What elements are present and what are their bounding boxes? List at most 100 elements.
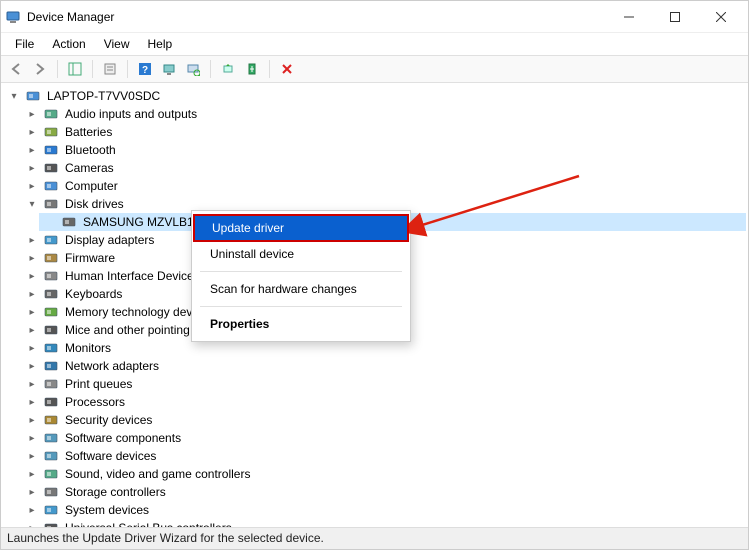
tree-node-label: System devices	[63, 503, 151, 517]
uninstall-button[interactable]	[276, 58, 298, 80]
expander-icon[interactable]: ▸	[25, 467, 39, 481]
tree-node-label: Storage controllers	[63, 485, 168, 499]
tree-node[interactable]: ▸ Audio inputs and outputs	[21, 105, 746, 123]
tree-node-label: Firmware	[63, 251, 117, 265]
expander-icon[interactable]: ▾	[7, 89, 21, 103]
tree-node[interactable]: ▸ Software devices	[21, 447, 746, 465]
toolbar: ?	[1, 55, 748, 83]
tree-node[interactable]: ▸ System devices	[21, 501, 746, 519]
context-item[interactable]: Scan for hardware changes	[192, 276, 410, 302]
expander-icon[interactable]: ▸	[25, 305, 39, 319]
monitor-icon	[43, 340, 59, 356]
tree-node[interactable]: ▸ Processors	[21, 393, 746, 411]
app-icon	[5, 9, 21, 25]
refresh-button[interactable]	[158, 58, 180, 80]
tree-node-label: Batteries	[63, 125, 114, 139]
tree-node-label: Sound, video and game controllers	[63, 467, 252, 481]
printer-icon	[43, 376, 59, 392]
tree-root-label: LAPTOP-T7VV0SDC	[45, 89, 162, 103]
context-item[interactable]: Update driver	[194, 215, 408, 241]
tree-node[interactable]: ▸ Bluetooth	[21, 141, 746, 159]
expander-icon[interactable]: ▸	[25, 269, 39, 283]
minimize-icon	[624, 12, 634, 22]
context-separator	[200, 271, 402, 272]
tree-node-label: Disk drives	[63, 197, 126, 211]
maximize-button[interactable]	[652, 2, 698, 32]
expander-icon[interactable]: ▸	[25, 323, 39, 337]
tree-node-label: Monitors	[63, 341, 113, 355]
back-button[interactable]	[5, 58, 27, 80]
expander-icon[interactable]: ▸	[25, 161, 39, 175]
status-text: Launches the Update Driver Wizard for th…	[7, 531, 324, 545]
separator	[57, 60, 58, 78]
minimize-button[interactable]	[606, 2, 652, 32]
expander-icon[interactable]: ▸	[25, 287, 39, 301]
menu-file[interactable]: File	[7, 35, 42, 53]
tree-node[interactable]: ▸ Print queues	[21, 375, 746, 393]
expander-icon[interactable]: ▸	[25, 107, 39, 121]
display-adapter-icon	[43, 232, 59, 248]
tree-node-label: Software devices	[63, 449, 158, 463]
software-component-icon	[43, 430, 59, 446]
update-driver-icon	[221, 62, 235, 76]
firmware-icon	[43, 250, 59, 266]
help-icon: ?	[138, 62, 152, 76]
computer-icon	[25, 88, 41, 104]
expander-icon[interactable]: ▸	[25, 359, 39, 373]
tree-node[interactable]: ▸ Batteries	[21, 123, 746, 141]
expander-icon[interactable]: ▸	[25, 341, 39, 355]
arrow-right-icon	[33, 62, 47, 76]
tree-node[interactable]: ▸ Network adapters	[21, 357, 746, 375]
expander-icon[interactable]: ▸	[25, 449, 39, 463]
separator	[127, 60, 128, 78]
show-hide-tree-button[interactable]	[64, 58, 86, 80]
add-driver-button[interactable]	[241, 58, 263, 80]
expander-icon[interactable]: ▸	[25, 251, 39, 265]
disk-drive-icon	[43, 196, 59, 212]
properties-button[interactable]	[99, 58, 121, 80]
update-driver-button[interactable]	[217, 58, 239, 80]
tree-node-label: Audio inputs and outputs	[63, 107, 199, 121]
separator	[210, 60, 211, 78]
separator	[269, 60, 270, 78]
tree-node-label: Keyboards	[63, 287, 124, 301]
expander-icon[interactable]: ▸	[25, 413, 39, 427]
arrow-left-icon	[9, 62, 23, 76]
tree-node[interactable]: ▸ Cameras	[21, 159, 746, 177]
expander-icon[interactable]: ▸	[25, 377, 39, 391]
tree-node[interactable]: ▸ Software components	[21, 429, 746, 447]
processor-icon	[43, 394, 59, 410]
tree-node-label: Network adapters	[63, 359, 161, 373]
tree-root[interactable]: ▾ LAPTOP-T7VV0SDC	[3, 87, 746, 105]
tree-node[interactable]: ▸ Security devices	[21, 411, 746, 429]
context-separator	[200, 306, 402, 307]
context-item[interactable]: Uninstall device	[192, 241, 410, 267]
expander-icon[interactable]: ▸	[25, 431, 39, 445]
expander-icon[interactable]: ▸	[25, 233, 39, 247]
expander-icon[interactable]: ▸	[25, 503, 39, 517]
context-item[interactable]: Properties	[192, 311, 410, 337]
tree-node[interactable]: ▸ Universal Serial Bus controllers	[21, 519, 746, 527]
tree-node[interactable]: ▸ Sound, video and game controllers	[21, 465, 746, 483]
expander-icon[interactable]: ▸	[25, 179, 39, 193]
menu-view[interactable]: View	[96, 35, 138, 53]
menu-help[interactable]: Help	[140, 35, 181, 53]
close-button[interactable]	[698, 2, 744, 32]
forward-button[interactable]	[29, 58, 51, 80]
expander-icon[interactable]: ▸	[25, 143, 39, 157]
expander-icon[interactable]: ▸	[25, 485, 39, 499]
statusbar: Launches the Update Driver Wizard for th…	[1, 527, 748, 549]
separator	[92, 60, 93, 78]
tree-node[interactable]: ▸ Storage controllers	[21, 483, 746, 501]
security-icon	[43, 412, 59, 428]
hid-icon	[43, 268, 59, 284]
scan-hardware-button[interactable]	[182, 58, 204, 80]
tree-node[interactable]: ▸ Computer	[21, 177, 746, 195]
expander-icon[interactable]: ▸	[25, 395, 39, 409]
help-button[interactable]: ?	[134, 58, 156, 80]
expander-icon[interactable]: ▸	[25, 125, 39, 139]
expander-icon[interactable]: ▾	[25, 197, 39, 211]
menu-action[interactable]: Action	[44, 35, 93, 53]
expander-icon[interactable]: ▸	[25, 521, 39, 527]
tree-node-label: Cameras	[63, 161, 116, 175]
